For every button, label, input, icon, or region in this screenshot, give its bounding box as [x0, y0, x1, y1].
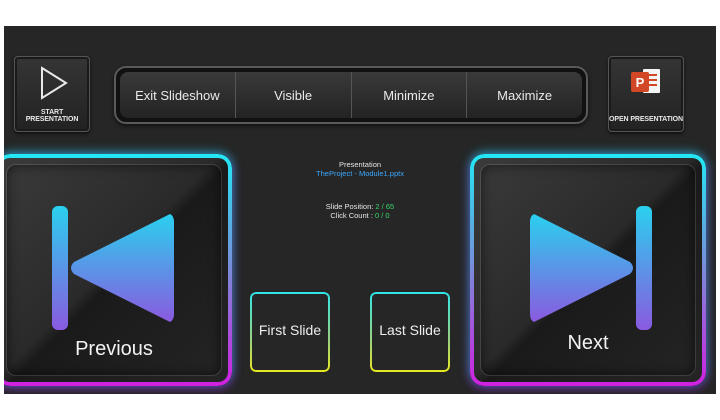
presenter-remote-app: START PRESENTATION Exit Slideshow Visibl…	[4, 26, 716, 394]
previous-button[interactable]: Previous	[4, 154, 232, 386]
last-slide-label: Last Slide	[379, 322, 441, 338]
powerpoint-icon: P	[631, 69, 660, 93]
previous-label: Previous	[75, 338, 153, 360]
exit-slideshow-button[interactable]: Exit Slideshow	[120, 72, 236, 118]
start-presentation-button[interactable]: START PRESENTATION	[14, 56, 90, 132]
window-control-toolbar: Exit Slideshow Visible Minimize Maximize	[114, 66, 588, 124]
skip-previous-icon	[52, 206, 174, 330]
minimize-button[interactable]: Minimize	[351, 72, 468, 118]
play-icon	[41, 66, 68, 100]
skip-next-icon	[530, 206, 652, 330]
presentation-file-name: TheProject - Module1.pptx	[316, 169, 404, 178]
slide-position-label: Slide Position:	[325, 202, 374, 211]
first-slide-label: First Slide	[258, 322, 322, 338]
powerpoint-letter: P	[636, 75, 645, 90]
start-presentation-label: START PRESENTATION	[25, 109, 79, 123]
slide-position-row: Slide Position: 2 / 65	[250, 202, 470, 211]
click-count-value: 0 / 0	[375, 211, 390, 220]
open-presentation-label: OPEN PRESENTATION	[609, 116, 683, 123]
click-count-label: Click Count :	[330, 211, 373, 220]
next-button[interactable]: Next	[470, 154, 706, 386]
last-slide-button[interactable]: Last Slide	[370, 292, 450, 372]
click-count-row: Click Count : 0 / 0	[250, 211, 470, 220]
slide-position-value: 2 / 65	[375, 202, 395, 211]
open-presentation-button[interactable]: P OPEN PRESENTATION	[608, 56, 684, 132]
maximize-button[interactable]: Maximize	[467, 72, 582, 118]
first-slide-button[interactable]: First Slide	[250, 292, 330, 372]
next-label: Next	[567, 332, 609, 354]
presentation-info: Presentation TheProject - Module1.pptx	[250, 160, 470, 178]
slide-status: Slide Position: 2 / 65 Click Count : 0 /…	[250, 202, 470, 220]
presentation-label: Presentation	[338, 160, 382, 169]
visible-button[interactable]: Visible	[235, 72, 352, 118]
